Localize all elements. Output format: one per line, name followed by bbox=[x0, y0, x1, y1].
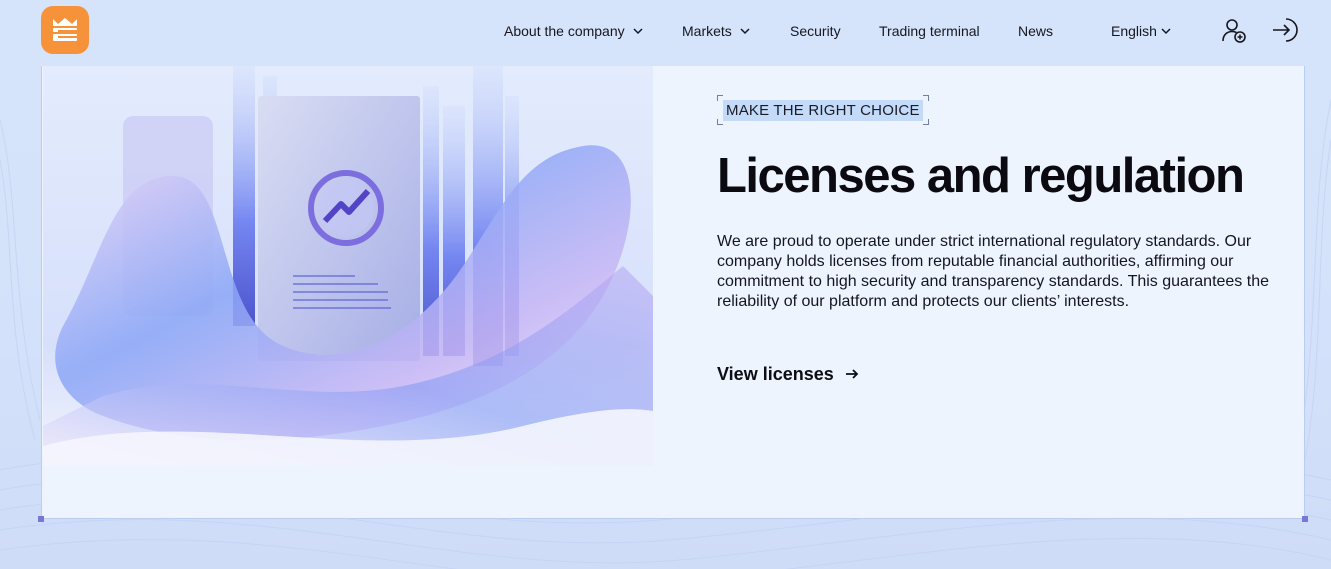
tag-corner bbox=[717, 95, 723, 101]
language-selector[interactable]: English bbox=[1111, 22, 1171, 40]
chevron-down-icon bbox=[1161, 28, 1171, 35]
view-licenses-label: View licenses bbox=[717, 363, 834, 384]
corner-handle bbox=[38, 516, 44, 522]
license-document-illustration bbox=[43, 66, 653, 466]
nav-item-news[interactable]: News bbox=[1018, 22, 1053, 40]
nav-item-about[interactable]: About the company bbox=[504, 22, 643, 40]
nav-item-label: Markets bbox=[682, 23, 732, 39]
nav-item-label: Trading terminal bbox=[879, 23, 980, 39]
page-title: Licenses and regulation bbox=[717, 149, 1245, 203]
nav-item-markets[interactable]: Markets bbox=[682, 22, 750, 40]
nav-item-security[interactable]: Security bbox=[790, 22, 841, 40]
login-button[interactable] bbox=[1271, 16, 1299, 44]
user-plus-icon bbox=[1222, 19, 1246, 43]
nav-item-label: News bbox=[1018, 23, 1054, 39]
view-licenses-link[interactable]: View licenses bbox=[717, 362, 860, 386]
nav-item-trading-terminal[interactable]: Trading terminal bbox=[879, 22, 980, 40]
section-tag: MAKE THE RIGHT CHOICE bbox=[717, 95, 929, 125]
language-label: English bbox=[1111, 23, 1157, 39]
register-button[interactable] bbox=[1220, 16, 1248, 44]
hero-description: We are proud to operate under strict int… bbox=[717, 233, 1269, 310]
section-tag-text: MAKE THE RIGHT CHOICE bbox=[723, 99, 923, 121]
corner-handle bbox=[1302, 516, 1308, 522]
arrow-right-icon bbox=[845, 369, 859, 379]
login-arrow-icon bbox=[1273, 18, 1298, 42]
nav-item-label: Security bbox=[790, 23, 841, 39]
licenses-card: MAKE THE RIGHT CHOICE Licenses and regul… bbox=[38, 66, 1308, 522]
tag-corner bbox=[717, 119, 723, 125]
chevron-down-icon bbox=[633, 28, 643, 35]
nav-item-label: About the company bbox=[504, 23, 625, 39]
chevron-down-icon bbox=[740, 28, 750, 35]
tag-corner bbox=[922, 95, 929, 101]
tag-corner bbox=[922, 119, 929, 125]
crown-e-icon bbox=[53, 18, 77, 41]
crown-e-logo[interactable] bbox=[41, 6, 89, 54]
site-header: About the company Markets Security Tradi… bbox=[0, 0, 1331, 62]
